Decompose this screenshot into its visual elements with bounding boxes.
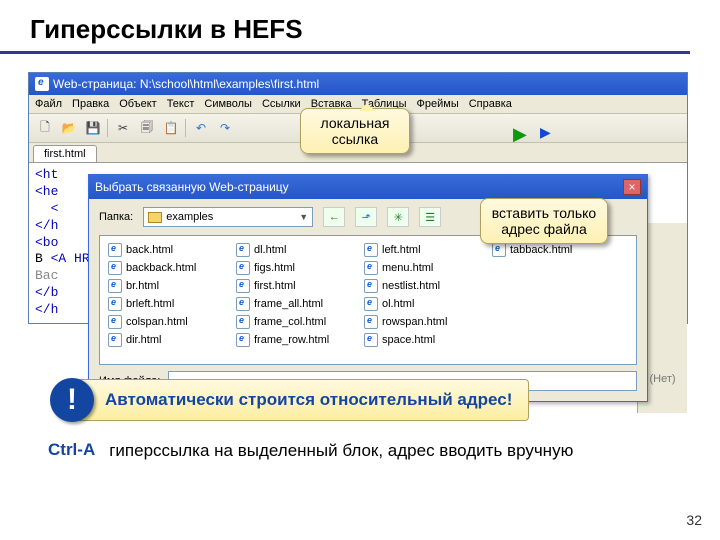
copy-icon[interactable]: 🗐 xyxy=(137,118,157,138)
html-file-icon xyxy=(108,333,122,347)
dialog-titlebar: Выбрать связанную Web-страницу × xyxy=(89,175,647,199)
html-file-icon xyxy=(236,315,250,329)
undo-icon[interactable]: ↶ xyxy=(191,118,211,138)
file-item[interactable]: figs.html xyxy=(236,260,346,276)
viewmode-icon[interactable]: ☰ xyxy=(419,207,441,227)
tab-first[interactable]: first.html xyxy=(33,145,97,162)
html-file-icon xyxy=(108,315,122,329)
format-icon[interactable]: ▶ xyxy=(540,124,551,141)
separator xyxy=(185,119,187,137)
paste-icon[interactable]: 📋 xyxy=(161,118,181,138)
info-banner: ! Автоматически строится относительный а… xyxy=(50,378,529,422)
callout-local-link: локальная ссылка xyxy=(300,108,410,154)
file-item[interactable]: rowspan.html xyxy=(364,314,474,330)
file-item[interactable]: backback.html xyxy=(108,260,218,276)
menu-symbols[interactable]: Символы xyxy=(204,98,252,110)
html-file-icon xyxy=(108,279,122,293)
titlebar: Web-страница: N:\school\html\examples\fi… xyxy=(29,73,687,95)
html-file-icon xyxy=(236,297,250,311)
newfolder-icon[interactable]: ✳ xyxy=(387,207,409,227)
html-file-icon xyxy=(364,279,378,293)
html-file-icon xyxy=(236,243,250,257)
shortcut-hint: Ctrl-A гиперссылка на выделенный блок, а… xyxy=(48,440,573,463)
file-item[interactable]: ol.html xyxy=(364,296,474,312)
ie-icon xyxy=(35,77,49,91)
html-file-icon xyxy=(108,243,122,257)
menu-links[interactable]: Ссылки xyxy=(262,98,301,110)
menu-help[interactable]: Справка xyxy=(469,98,512,110)
slide-title: Гиперссылки в HEFS xyxy=(0,0,690,54)
redo-icon[interactable]: ↷ xyxy=(215,118,235,138)
html-file-icon xyxy=(364,315,378,329)
up-icon[interactable]: ⬏ xyxy=(355,207,377,227)
shortcut-key: Ctrl-A xyxy=(48,440,95,463)
file-item[interactable]: br.html xyxy=(108,278,218,294)
html-file-icon xyxy=(108,261,122,275)
menu-text[interactable]: Текст xyxy=(167,98,195,110)
shortcut-desc: гиперссылка на выделенный блок, адрес вв… xyxy=(109,440,573,463)
file-item[interactable]: frame_col.html xyxy=(236,314,346,330)
file-item[interactable]: menu.html xyxy=(364,260,474,276)
menu-frames[interactable]: Фреймы xyxy=(417,98,459,110)
file-item[interactable]: left.html xyxy=(364,242,474,258)
file-item[interactable]: colspan.html xyxy=(108,314,218,330)
folder-label: Папка: xyxy=(99,211,133,223)
play-icon[interactable]: ▶ xyxy=(513,124,527,145)
cut-icon[interactable]: ✂ xyxy=(113,118,133,138)
html-file-icon xyxy=(492,243,506,257)
open-icon[interactable]: 📂 xyxy=(59,118,79,138)
folder-name: examples xyxy=(166,211,213,223)
file-item[interactable]: tabback.html xyxy=(492,242,602,258)
menu-object[interactable]: Объект xyxy=(119,98,156,110)
chevron-down-icon: ▼ xyxy=(299,212,308,222)
html-file-icon xyxy=(364,297,378,311)
close-icon[interactable]: × xyxy=(623,179,641,195)
callout-insert-path: вставить только адрес файла xyxy=(480,198,608,244)
file-item[interactable]: dl.html xyxy=(236,242,346,258)
html-file-icon xyxy=(108,297,122,311)
file-item[interactable]: space.html xyxy=(364,332,474,348)
html-file-icon xyxy=(236,261,250,275)
back-icon[interactable]: ← xyxy=(323,207,345,227)
html-file-icon xyxy=(236,333,250,347)
file-item[interactable]: brleft.html xyxy=(108,296,218,312)
html-file-icon xyxy=(236,279,250,293)
window-title: Web-страница: N:\school\html\examples\fi… xyxy=(53,77,319,91)
file-item[interactable]: nestlist.html xyxy=(364,278,474,294)
file-list[interactable]: back.html backback.html br.html brleft.html… xyxy=(99,235,637,365)
save-icon[interactable]: 💾 xyxy=(83,118,103,138)
html-file-icon xyxy=(364,261,378,275)
file-item[interactable]: frame_all.html xyxy=(236,296,346,312)
file-item[interactable]: frame_row.html xyxy=(236,332,346,348)
folder-icon xyxy=(148,212,162,223)
menu-edit[interactable]: Правка xyxy=(72,98,109,110)
file-item[interactable]: back.html xyxy=(108,242,218,258)
banner-text: Автоматически строится относительный адр… xyxy=(74,379,529,421)
file-item[interactable]: dir.html xyxy=(108,332,218,348)
separator xyxy=(107,119,109,137)
menu-file[interactable]: Файл xyxy=(35,98,62,110)
new-icon[interactable]: 🗋 xyxy=(35,118,55,138)
dialog-title: Выбрать связанную Web-страницу xyxy=(95,180,289,194)
html-file-icon xyxy=(364,243,378,257)
html-file-icon xyxy=(364,333,378,347)
file-item[interactable]: first.html xyxy=(236,278,346,294)
exclamation-icon: ! xyxy=(50,378,94,422)
folder-combo[interactable]: examples ▼ xyxy=(143,207,313,227)
slide-number: 32 xyxy=(686,512,702,528)
